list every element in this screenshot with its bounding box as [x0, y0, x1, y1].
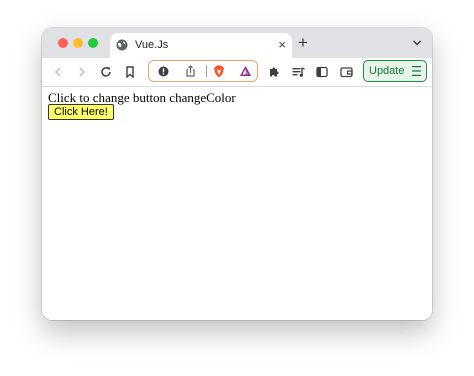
wallet-icon[interactable]: [338, 64, 354, 80]
menu-icon: [412, 66, 421, 76]
tab-title: Vue.Js: [135, 39, 169, 51]
close-window-button[interactable]: [58, 38, 68, 48]
tab-vuejs[interactable]: Vue.Js ×: [110, 33, 292, 58]
extensions-icon[interactable]: [266, 64, 282, 80]
minimize-window-button[interactable]: [73, 38, 83, 48]
bookmark-icon[interactable]: [122, 64, 138, 80]
new-tab-button[interactable]: +: [298, 33, 308, 53]
share-icon[interactable]: [182, 63, 198, 79]
update-label: Update: [369, 65, 405, 77]
reload-icon[interactable]: [98, 64, 114, 80]
forward-icon[interactable]: [74, 64, 90, 80]
playlist-icon[interactable]: [290, 64, 306, 80]
click-here-button[interactable]: Click Here!: [48, 104, 114, 120]
site-info-icon[interactable]: [155, 63, 171, 79]
brave-shields-icon[interactable]: [211, 63, 227, 79]
chevron-down-icon[interactable]: [412, 38, 422, 48]
update-button[interactable]: Update: [363, 60, 427, 82]
page-content: Click to change button changeColor Click…: [42, 87, 432, 320]
globe-icon: [116, 39, 128, 51]
close-tab-icon[interactable]: ×: [278, 37, 286, 53]
address-bar[interactable]: [148, 60, 258, 82]
browser-toolbar: Update: [42, 58, 432, 87]
zoom-window-button[interactable]: [88, 38, 98, 48]
brave-rewards-icon[interactable]: [237, 63, 253, 79]
omnibox-divider: [206, 65, 207, 77]
sidebar-icon[interactable]: [314, 64, 330, 80]
tab-bar: Vue.Js × +: [42, 28, 432, 58]
back-icon[interactable]: [50, 64, 66, 80]
browser-window: Vue.Js × + Update Click to change button…: [42, 28, 432, 320]
